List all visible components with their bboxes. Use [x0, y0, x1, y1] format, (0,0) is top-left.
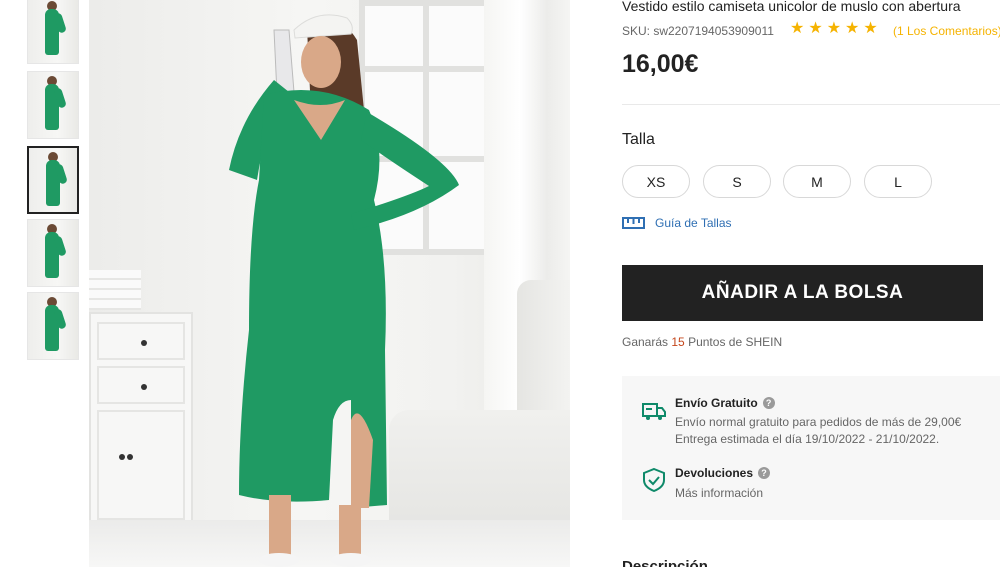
product-title: Vestido estilo camiseta unicolor de musl…	[622, 0, 961, 14]
shipping-title-row: Envío Gratuito ?	[675, 396, 775, 410]
ruler-icon	[622, 217, 645, 229]
size-option-l[interactable]: L	[864, 165, 932, 198]
shipping-line-2: Entrega estimada el día 19/10/2022 - 21/…	[675, 432, 940, 446]
description-heading[interactable]: Descripción	[622, 558, 708, 567]
reviews-link[interactable]: (1 Los Comentarios)	[893, 24, 1000, 38]
shipping-returns-box: Envío Gratuito ? Envío normal gratuito p…	[622, 376, 1000, 520]
add-to-bag-button[interactable]: AÑADIR A LA BOLSA	[622, 265, 983, 321]
returns-more-info[interactable]: Más información	[675, 486, 763, 500]
product-sku: SKU: sw2207194053909011	[622, 24, 774, 38]
points-prefix: Ganarás	[622, 335, 669, 349]
star-icon: ★	[826, 20, 842, 37]
product-price: 16,00€	[622, 50, 699, 78]
returns-title: Devoluciones	[675, 466, 754, 480]
points-info: Ganarás 15 Puntos de SHEIN	[622, 335, 782, 349]
help-icon[interactable]: ?	[762, 397, 775, 409]
points-value: 15	[671, 335, 685, 349]
star-icon: ★	[863, 20, 878, 37]
returns-title-row: Devoluciones ?	[675, 466, 771, 480]
model-illustration	[229, 14, 459, 567]
size-option-s[interactable]: S	[703, 165, 771, 198]
shipping-title: Envío Gratuito	[675, 396, 758, 410]
shield-check-icon	[643, 468, 665, 492]
shipping-line-1: Envío normal gratuito para pedidos de má…	[675, 415, 962, 429]
thumbnail-4[interactable]	[27, 219, 79, 287]
thumbnail-3[interactable]	[27, 146, 79, 214]
size-option-xs[interactable]: XS	[622, 165, 690, 198]
star-icon: ★	[808, 20, 823, 37]
help-icon[interactable]: ?	[758, 467, 771, 479]
thumbnail-5[interactable]	[27, 292, 79, 360]
star-icon: ★	[790, 20, 805, 37]
thumbnail-2[interactable]	[27, 71, 79, 139]
divider	[622, 104, 1000, 105]
main-product-image[interactable]	[89, 0, 570, 567]
truck-icon	[642, 403, 666, 420]
size-option-m[interactable]: M	[783, 165, 851, 198]
size-label: Talla	[622, 131, 655, 148]
rating-stars[interactable]: ★ ★ ★ ★ ★	[790, 20, 878, 38]
thumbnail-1[interactable]	[27, 0, 79, 64]
size-guide-label: Guía de Tallas	[655, 216, 732, 230]
star-icon: ★	[845, 20, 860, 37]
size-guide-link[interactable]: Guía de Tallas	[622, 216, 732, 230]
points-suffix: Puntos de SHEIN	[688, 335, 783, 349]
